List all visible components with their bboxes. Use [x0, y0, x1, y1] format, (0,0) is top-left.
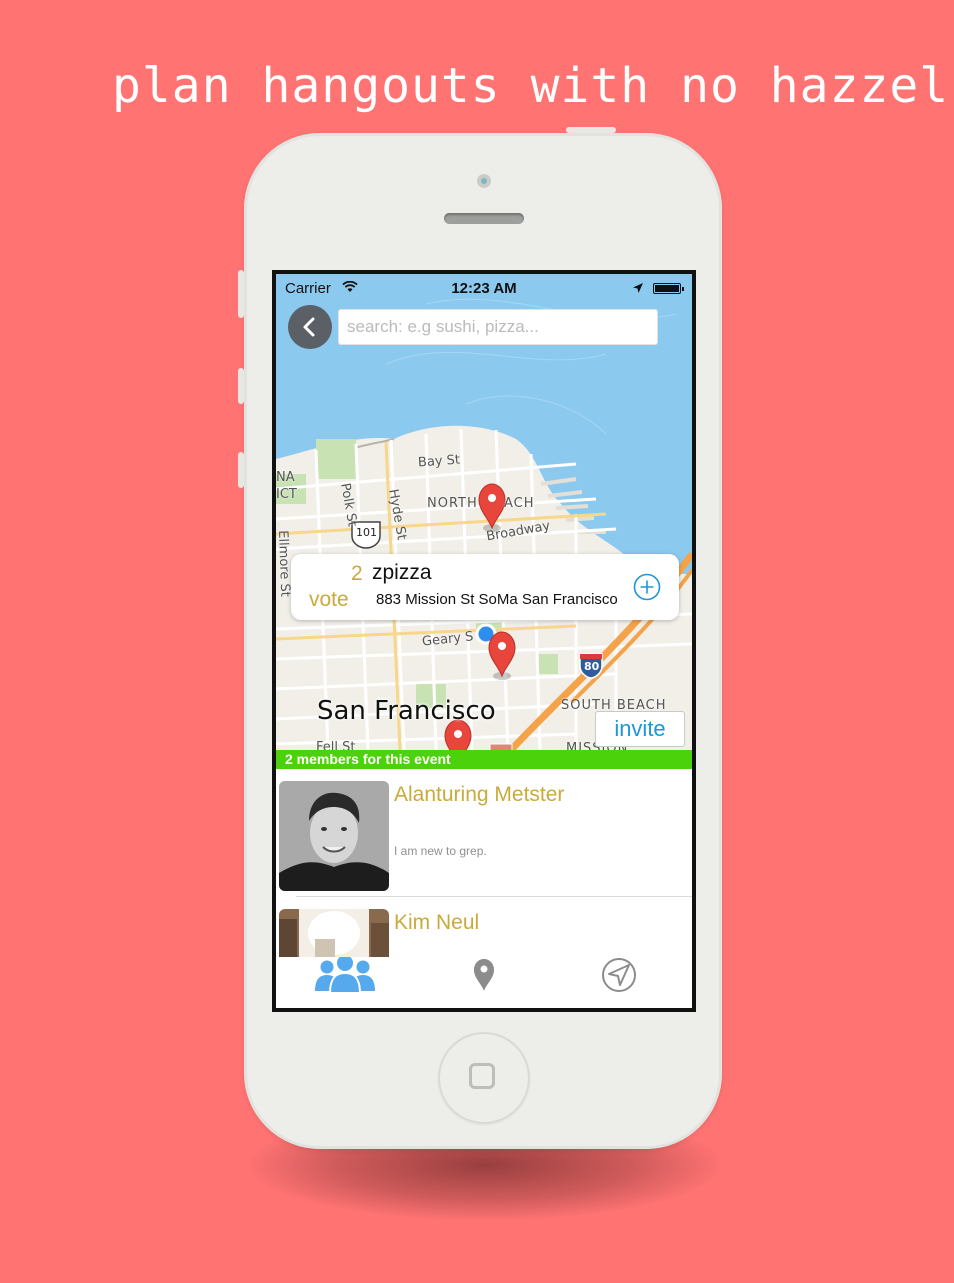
map-canvas	[276, 298, 692, 750]
location-services-icon	[633, 283, 643, 293]
street-label: Fell St	[316, 740, 356, 750]
volume-up-button	[238, 368, 244, 404]
member-name: Alanturing Metster	[394, 783, 565, 806]
add-place-button[interactable]	[633, 573, 661, 601]
map-view[interactable]: Bay St NORTH ACH Broadway Polk St Hyde S…	[276, 274, 692, 750]
earpiece-speaker	[444, 213, 524, 224]
street-label: Bay St	[417, 452, 461, 471]
district-label: ICT	[276, 487, 297, 502]
members-banner: 2 members for this event	[276, 750, 692, 769]
map-pin-icon	[474, 959, 494, 991]
avatar	[279, 909, 389, 957]
member-bio: I am new to grep.	[394, 844, 487, 858]
member-row[interactable]: Kim Neul	[276, 897, 692, 957]
member-photo	[279, 909, 389, 957]
park	[316, 439, 356, 479]
tab-members[interactable]	[276, 955, 414, 1008]
member-row[interactable]: Alanturing Metster I am new to grep.	[276, 769, 692, 897]
district-label: ACH	[504, 496, 535, 511]
back-button[interactable]	[288, 305, 332, 349]
group-icon	[315, 955, 375, 994]
avatar	[279, 781, 389, 891]
home-square-icon	[469, 1063, 495, 1089]
place-callout[interactable]: 2 vote zpizza 883 Mission St SoMa San Fr…	[291, 554, 679, 620]
member-name: Kim Neul	[394, 911, 480, 934]
phone-screen: Bay St NORTH ACH Broadway Polk St Hyde S…	[272, 270, 696, 1012]
member-photo	[279, 781, 389, 891]
highway-101-label: 101	[356, 526, 377, 539]
city-label: San Francisco	[317, 696, 496, 726]
front-camera	[477, 174, 491, 188]
volume-down-button	[238, 452, 244, 488]
headline: plan hangouts with no hazzel!	[112, 58, 954, 114]
power-button	[566, 127, 616, 133]
street-label: Ellmore St	[276, 530, 293, 598]
place-name: zpizza	[372, 561, 432, 584]
clock-label: 12:23 AM	[451, 280, 517, 297]
vote-label: vote	[309, 588, 349, 611]
chevron-left-icon	[303, 317, 315, 337]
interstate-80-label: 80	[584, 660, 600, 673]
district-label: NA	[276, 470, 295, 485]
park	[536, 654, 558, 674]
place-address: 883 Mission St SoMa San Francisco	[376, 591, 618, 608]
status-bar: Carrier 12:23 AM	[276, 274, 692, 302]
home-button[interactable]	[438, 1032, 530, 1124]
invite-button[interactable]: invite	[595, 711, 685, 747]
members-list[interactable]: Alanturing Metster I am new to grep. Kim…	[276, 769, 692, 957]
tab-bar	[276, 955, 692, 1008]
battery-icon	[653, 283, 684, 294]
district-label: NORTH	[427, 496, 478, 511]
mute-switch	[238, 270, 244, 318]
vote-count: 2	[351, 562, 363, 585]
tab-places[interactable]	[415, 957, 553, 1008]
navigation-arrow-icon	[602, 958, 636, 992]
search-input[interactable]	[338, 309, 658, 345]
tab-navigate[interactable]	[554, 957, 692, 1008]
